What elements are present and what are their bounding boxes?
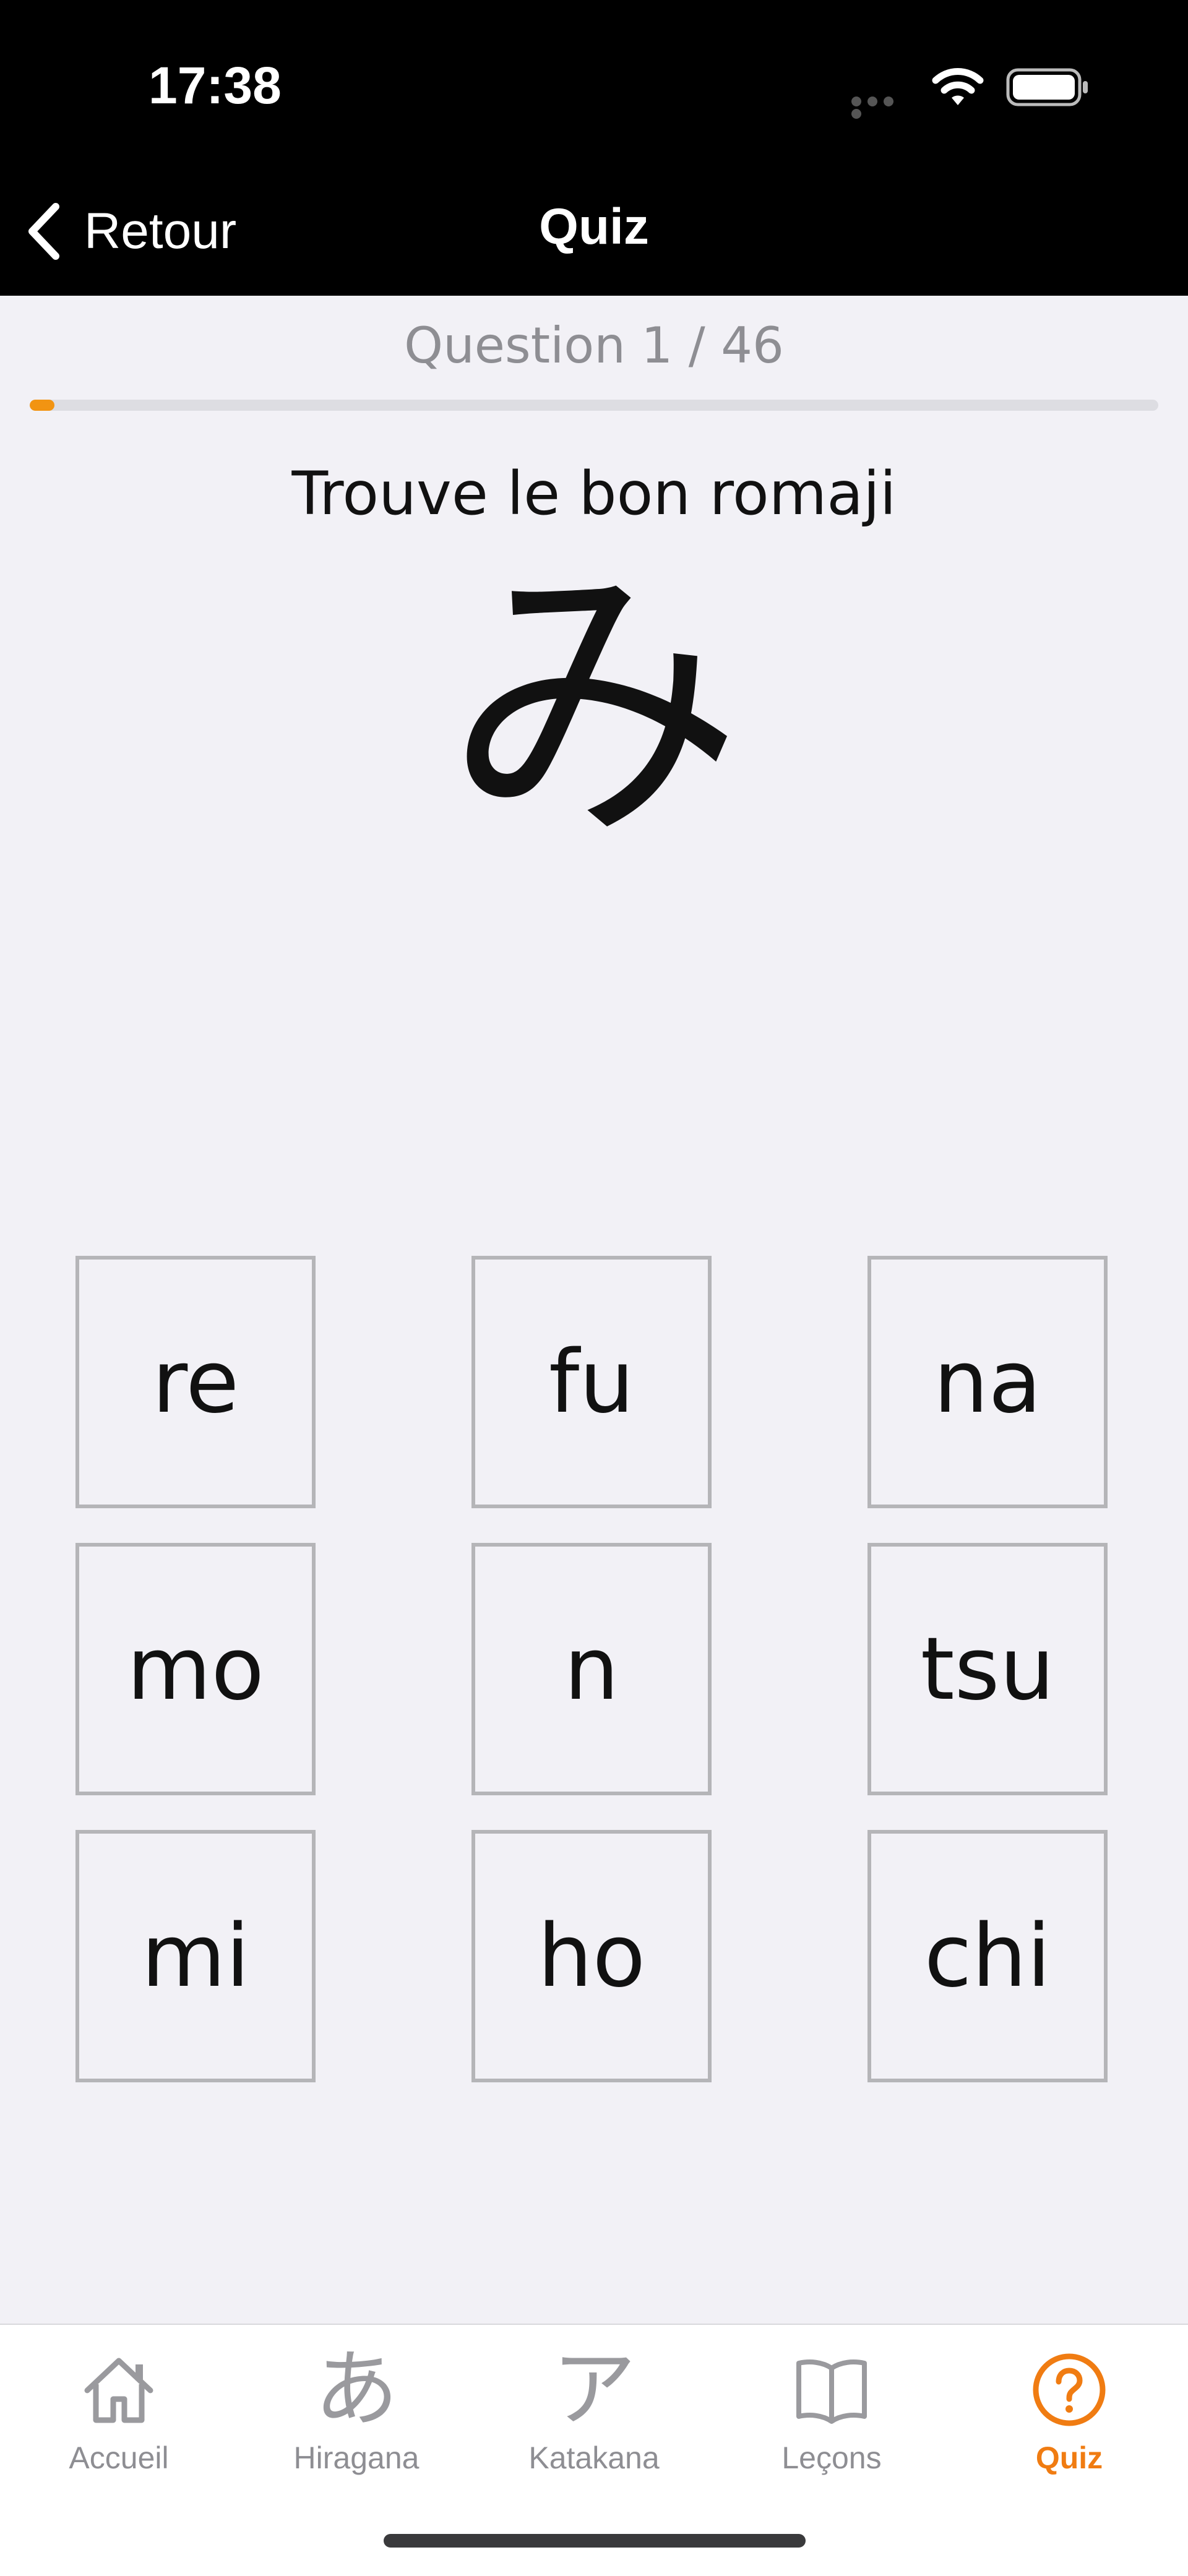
answer-option[interactable]: re (75, 1256, 316, 1508)
answer-option[interactable]: n (471, 1543, 712, 1795)
quiz-prompt: Trouve le bon romaji (291, 459, 897, 528)
hiragana-a-icon: あ (314, 2341, 398, 2439)
page-title: Quiz (539, 199, 649, 255)
tab-lecons[interactable]: Leçons (713, 2343, 950, 2492)
question-counter: Question 1 / 46 (404, 317, 784, 374)
status-time: 17:38 (148, 56, 282, 114)
battery-icon (1006, 68, 1088, 106)
answer-option[interactable]: fu (471, 1256, 712, 1508)
answer-option[interactable]: tsu (867, 1543, 1108, 1795)
tab-label: Leçons (781, 2441, 882, 2475)
tab-accueil[interactable]: Accueil (0, 2343, 238, 2492)
home-icon (0, 2343, 238, 2436)
answer-option[interactable]: chi (867, 1830, 1108, 2082)
tab-hiragana[interactable]: あ Hiragana (238, 2343, 475, 2492)
tab-label: Accueil (69, 2441, 169, 2475)
katakana-a-icon: ア (552, 2341, 636, 2439)
progress-bar-fill (30, 400, 54, 411)
book-icon (713, 2343, 950, 2436)
answer-option[interactable]: ho (471, 1830, 712, 2082)
progress-bar (30, 400, 1158, 411)
signal-dots-icon (851, 97, 913, 119)
answer-option[interactable]: mo (75, 1543, 316, 1795)
wifi-icon (932, 68, 984, 105)
tab-label: Quiz (1035, 2441, 1103, 2475)
status-bar: 17:38 (0, 0, 1188, 167)
tab-quiz[interactable]: Quiz (950, 2343, 1188, 2492)
navigation-bar: Retour Quiz (0, 167, 1188, 296)
tab-label: Hiragana (293, 2441, 420, 2475)
home-indicator[interactable] (384, 2534, 806, 2548)
tab-katakana[interactable]: ア Katakana (475, 2343, 713, 2492)
question-circle-icon (950, 2343, 1188, 2436)
answer-option[interactable]: na (867, 1256, 1108, 1508)
answer-option[interactable]: mi (75, 1830, 316, 2082)
kana-character: み (446, 533, 742, 879)
tab-label: Katakana (528, 2441, 660, 2475)
